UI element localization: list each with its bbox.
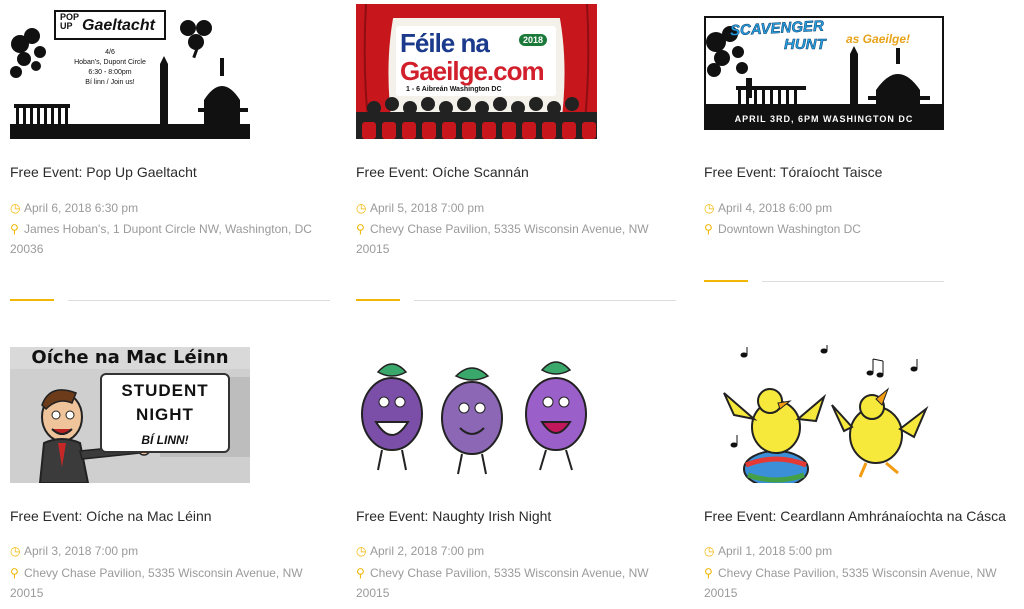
card-divider	[68, 300, 330, 301]
event-thumbnail[interactable]: POP UP Gaeltacht 4/6 Hoban's, Dupont Circ…	[10, 4, 250, 139]
event-date: ◷ April 3, 2018 7:00 pm	[10, 541, 138, 561]
feile-logo-line1: Féile na	[400, 28, 490, 58]
clock-icon: ◷	[704, 201, 715, 215]
map-pin-icon: ⚲	[356, 222, 365, 236]
event-thumbnail[interactable]: Féile na 2018 Gaeilge.com 1 - 6 Aibreán …	[356, 4, 597, 139]
clock-icon: ◷	[10, 201, 21, 215]
pop-up-gaeltacht-sign: POP UP Gaeltacht	[54, 10, 166, 40]
card-accent-bar	[356, 299, 400, 301]
card-accent-bar	[10, 299, 54, 301]
scavenger-date-text: APRIL 3RD, 6PM WASHINGTON DC	[734, 114, 914, 124]
clock-icon: ◷	[356, 544, 367, 558]
hunt-text: HUNT	[784, 36, 826, 54]
event-date: ◷ April 4, 2018 6:00 pm	[704, 198, 832, 218]
sign-gaeltacht-text: Gaeltacht	[82, 17, 155, 34]
event-thumbnail[interactable]: SCAVENGER HUNT as Gaeilge! APRIL 3RD, 6P…	[704, 16, 944, 130]
map-pin-icon: ⚲	[10, 222, 19, 236]
event-title[interactable]: Free Event: Pop Up Gaeltacht	[10, 164, 197, 180]
event-date: ◷ April 2, 2018 7:00 pm	[356, 541, 484, 561]
card-accent-bar	[704, 280, 748, 282]
event-title[interactable]: Free Event: Ceardlann Amhránaíochta na C…	[704, 508, 1006, 524]
feile-na-gaeilge-logo: Féile na 2018 Gaeilge.com 1 - 6 Aibreán …	[396, 26, 556, 96]
event-date: ◷ April 5, 2018 7:00 pm	[356, 198, 484, 218]
event-thumbnail[interactable]	[704, 345, 944, 483]
event-location: ⚲ Chevy Chase Pavilion, 5335 Wisconsin Av…	[10, 563, 330, 603]
event-location: ⚲ Chevy Chase Pavilion, 5335 Wisconsin Av…	[356, 219, 676, 259]
night-text: NIGHT	[136, 405, 194, 424]
as-gaeilge-text: as Gaeilge!	[846, 32, 911, 46]
event-title[interactable]: Free Event: Oíche Scannán	[356, 164, 529, 180]
event-title[interactable]: Free Event: Tóraíocht Taisce	[704, 164, 882, 180]
feile-dates-text: 1 - 6 Aibreán Washington DC	[406, 86, 502, 93]
event-thumbnail[interactable]	[356, 352, 597, 483]
event-location: ⚲ Downtown Washington DC	[704, 219, 1014, 239]
event-location: ⚲ James Hoban's, 1 Dupont Circle NW, Wash…	[10, 219, 330, 259]
event-title[interactable]: Free Event: Oíche na Mac Léinn	[10, 508, 212, 524]
bi-linn-text: BÍ LINN!	[141, 433, 189, 447]
feile-year-badge: 2018	[519, 34, 548, 46]
map-pin-icon: ⚲	[704, 566, 713, 580]
sign-info-text: 4/6 Hoban's, Dupont Circle 6:30 - 8:00pm…	[74, 49, 146, 86]
student-text: STUDENT	[121, 381, 209, 400]
card-divider	[762, 281, 944, 282]
singing-chicks-illustration	[723, 345, 929, 483]
clock-icon: ◷	[10, 544, 21, 558]
clock-icon: ◷	[356, 201, 367, 215]
student-night-sign: STUDENT NIGHT BÍ LINN!	[100, 373, 230, 453]
sign-pop-text: POP UP	[60, 12, 80, 31]
event-date: ◷ April 1, 2018 5:00 pm	[704, 541, 832, 561]
purple-characters-illustration	[361, 361, 587, 475]
event-date: ◷ April 6, 2018 6:30 pm	[10, 198, 138, 218]
event-title[interactable]: Free Event: Naughty Irish Night	[356, 508, 551, 524]
oiche-na-mac-leinn-heading: Oíche na Mac Léinn	[31, 347, 229, 368]
feile-logo-line2: Gaeilge.com	[400, 56, 545, 86]
map-pin-icon: ⚲	[356, 566, 365, 580]
card-divider	[414, 300, 676, 301]
event-location: ⚲ Chevy Chase Pavilion, 5335 Wisconsin Av…	[704, 563, 1019, 603]
map-pin-icon: ⚲	[10, 566, 19, 580]
map-pin-icon: ⚲	[704, 222, 713, 236]
event-location: ⚲ Chevy Chase Pavilion, 5335 Wisconsin Av…	[356, 563, 676, 603]
event-thumbnail[interactable]: Oíche na Mac Léinn STUDENT NIGHT BÍ LINN…	[10, 347, 250, 483]
clock-icon: ◷	[704, 544, 715, 558]
